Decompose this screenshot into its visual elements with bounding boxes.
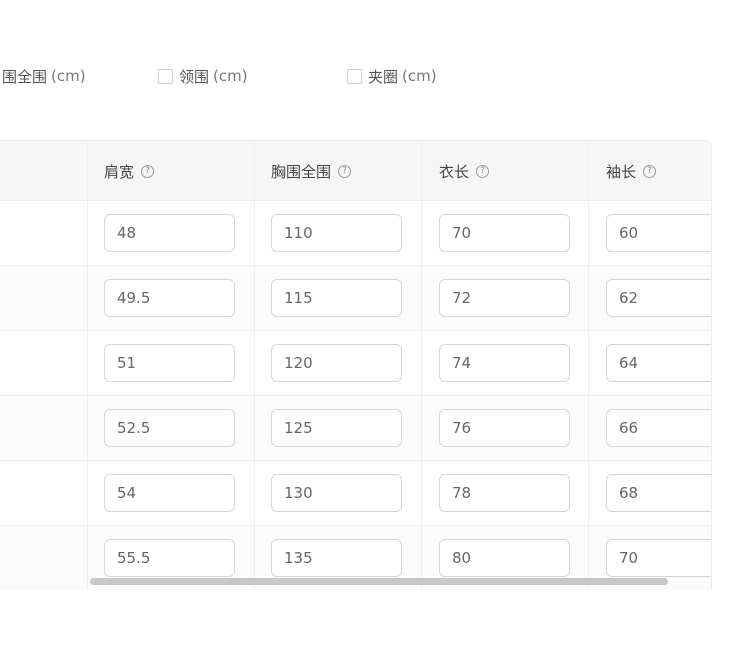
option-unit: (cm) bbox=[213, 67, 248, 85]
measurement-input[interactable]: 70 bbox=[606, 539, 711, 577]
measurement-input[interactable]: 115 bbox=[271, 279, 402, 317]
header-label: 胸围全围 bbox=[271, 162, 332, 181]
measurement-input[interactable]: 51 bbox=[104, 344, 235, 382]
option-label: 夹圈 bbox=[368, 67, 399, 86]
option-unit: (cm) bbox=[402, 67, 437, 85]
measurement-input[interactable]: 54 bbox=[104, 474, 235, 512]
table-row: 51 120 74 64 bbox=[0, 331, 711, 396]
option-label: 领围 bbox=[179, 67, 210, 86]
option-armhole[interactable]: 夹圈 (cm) bbox=[347, 62, 437, 90]
column-divider bbox=[588, 141, 589, 590]
measurement-input[interactable]: 62 bbox=[606, 279, 711, 317]
option-label: 围全围 bbox=[2, 67, 48, 86]
header-label: 袖长 bbox=[606, 162, 637, 181]
option-unit: (cm) bbox=[51, 67, 86, 85]
horizontal-scrollbar[interactable] bbox=[90, 578, 668, 585]
measurement-input[interactable]: 80 bbox=[439, 539, 570, 577]
column-divider bbox=[87, 141, 88, 590]
help-icon[interactable]: ? bbox=[643, 164, 657, 178]
header-length: 衣长 ? bbox=[439, 141, 490, 201]
measurement-input[interactable]: 66 bbox=[606, 409, 711, 447]
measurement-options-bar: 围全围 (cm) 领围 (cm) 夹圈 (cm) bbox=[0, 62, 750, 90]
column-divider bbox=[254, 141, 255, 590]
measurement-input[interactable]: 49.5 bbox=[104, 279, 235, 317]
measurement-input[interactable]: 76 bbox=[439, 409, 570, 447]
measurement-input[interactable]: 78 bbox=[439, 474, 570, 512]
table-row: 54 130 78 68 bbox=[0, 461, 711, 526]
measurement-input[interactable]: 135 bbox=[271, 539, 402, 577]
header-sleeve-length: 袖长 ? bbox=[606, 141, 657, 201]
measurement-input[interactable]: 55.5 bbox=[104, 539, 235, 577]
measurement-input[interactable]: 48 bbox=[104, 214, 235, 252]
column-divider bbox=[421, 141, 422, 590]
header-label: 衣长 bbox=[439, 162, 470, 181]
measurement-input[interactable]: 52.5 bbox=[104, 409, 235, 447]
option-chest-circumference[interactable]: 围全围 (cm) bbox=[2, 62, 86, 90]
help-icon[interactable]: ? bbox=[141, 164, 155, 178]
measurement-input[interactable]: 120 bbox=[271, 344, 402, 382]
measurement-input[interactable]: 64 bbox=[606, 344, 711, 382]
table-row: 48 110 70 60 bbox=[0, 201, 711, 266]
measurement-input[interactable]: 60 bbox=[606, 214, 711, 252]
header-shoulder-width: 肩宽 ? bbox=[104, 141, 155, 201]
measurement-input[interactable]: 70 bbox=[439, 214, 570, 252]
table-header: 肩宽 ? 胸围全围 ? 衣长 ? 袖长 ? bbox=[0, 141, 711, 201]
help-icon[interactable]: ? bbox=[476, 164, 490, 178]
help-icon[interactable]: ? bbox=[338, 164, 352, 178]
measurement-input[interactable]: 125 bbox=[271, 409, 402, 447]
measurement-input[interactable]: 68 bbox=[606, 474, 711, 512]
option-neck-circumference[interactable]: 领围 (cm) bbox=[158, 62, 248, 90]
table-row: 49.5 115 72 62 bbox=[0, 266, 711, 331]
measurement-input[interactable]: 72 bbox=[439, 279, 570, 317]
measurement-input[interactable]: 130 bbox=[271, 474, 402, 512]
size-table: 肩宽 ? 胸围全围 ? 衣长 ? 袖长 ? 48 110 70 60 49.5 115 72… bbox=[0, 140, 712, 590]
neck-checkbox[interactable] bbox=[158, 68, 173, 84]
measurement-input[interactable]: 74 bbox=[439, 344, 570, 382]
armhole-checkbox[interactable] bbox=[347, 68, 362, 84]
header-label: 肩宽 bbox=[104, 162, 135, 181]
table-row: 52.5 125 76 66 bbox=[0, 396, 711, 461]
measurement-input[interactable]: 110 bbox=[271, 214, 402, 252]
header-chest-circumference: 胸围全围 ? bbox=[271, 141, 352, 201]
